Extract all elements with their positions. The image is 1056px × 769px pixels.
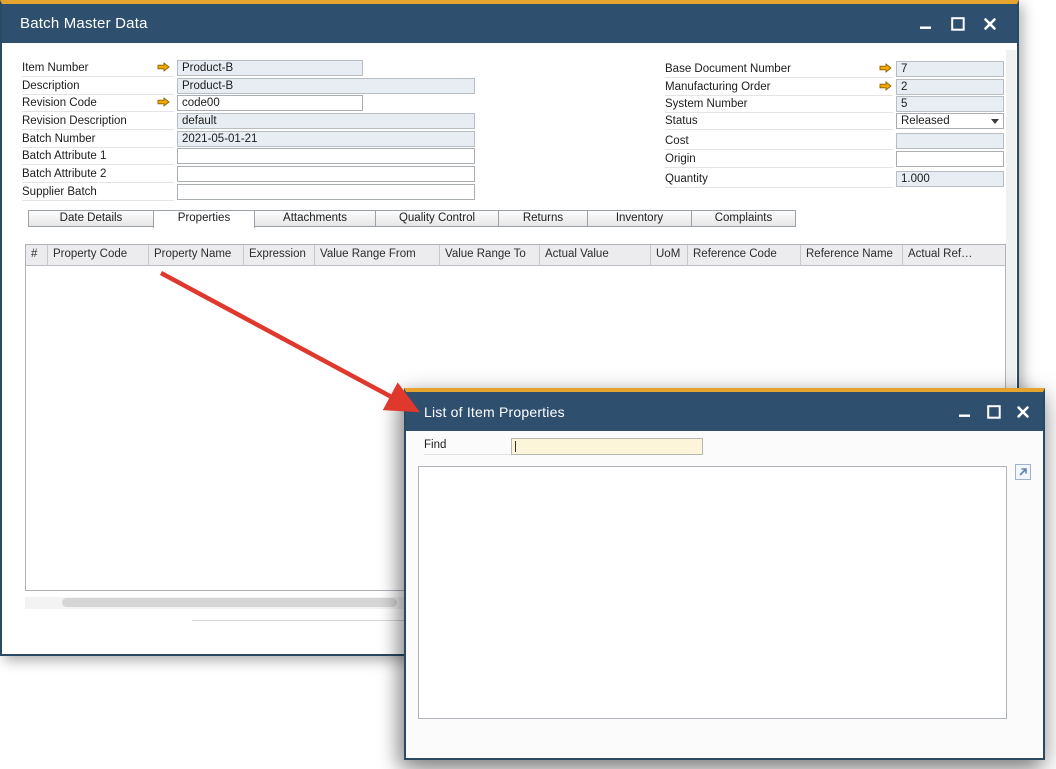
field-status[interactable]: Released	[896, 113, 1004, 129]
field-label-supplier-batch: Supplier Batch	[22, 185, 174, 201]
field-revision-code[interactable]: code00	[177, 95, 363, 111]
popup-titlebar: List of Item Properties	[406, 392, 1043, 431]
main-titlebar: Batch Master Data	[2, 4, 1017, 43]
text-caret	[515, 441, 516, 452]
field-label-description: Description	[22, 79, 174, 95]
find-input[interactable]	[511, 438, 703, 455]
tab-date-details[interactable]: Date Details	[28, 210, 154, 227]
close-icon[interactable]	[1015, 404, 1030, 419]
field-description[interactable]: Product-B	[177, 78, 475, 94]
field-base-document-number[interactable]: 7	[896, 61, 1004, 77]
field-label-quantity: Quantity	[665, 172, 893, 188]
minimize-icon[interactable]	[957, 404, 972, 419]
field-label-batch-number: Batch Number	[22, 132, 174, 148]
field-label-cost: Cost	[665, 134, 893, 150]
main-window-controls	[918, 16, 997, 31]
link-arrow-icon[interactable]	[879, 63, 893, 73]
field-revision-description[interactable]: default	[177, 113, 475, 129]
chevron-down-icon	[991, 119, 999, 124]
column-header-[interactable]: #	[26, 245, 48, 266]
item-properties-list	[418, 466, 1007, 719]
column-header-expression[interactable]: Expression	[244, 245, 315, 266]
field-item-number[interactable]: Product-B	[177, 60, 363, 76]
column-header-actual-value[interactable]: Actual Value	[540, 245, 651, 266]
maximize-icon[interactable]	[950, 16, 965, 31]
field-system-number[interactable]: 5	[896, 96, 1004, 112]
tab-returns[interactable]: Returns	[498, 210, 588, 227]
minimize-icon[interactable]	[918, 16, 933, 31]
field-label-revision-code: Revision Code	[22, 96, 174, 112]
tab-complaints[interactable]: Complaints	[691, 210, 796, 227]
maximize-icon[interactable]	[986, 404, 1001, 419]
column-header-reference-code[interactable]: Reference Code	[688, 245, 801, 266]
tab-strip: Date DetailsPropertiesAttachmentsQuality…	[28, 210, 796, 228]
tab-inventory[interactable]: Inventory	[587, 210, 692, 227]
column-header-uom[interactable]: UoM	[651, 245, 688, 266]
column-header-property-code[interactable]: Property Code	[48, 245, 149, 266]
column-header-property-name[interactable]: Property Name	[149, 245, 244, 266]
field-supplier-batch[interactable]	[177, 184, 475, 200]
tab-attachments[interactable]: Attachments	[254, 210, 376, 227]
properties-table-header: #Property CodeProperty NameExpressionVal…	[26, 245, 1005, 266]
expand-icon[interactable]	[1015, 464, 1031, 480]
field-origin[interactable]	[896, 151, 1004, 167]
field-label-batch-attribute-1: Batch Attribute 1	[22, 149, 174, 165]
field-label-base-document-number: Base Document Number	[665, 62, 893, 78]
column-header-value-range-to[interactable]: Value Range To	[440, 245, 540, 266]
column-header-actual-ref[interactable]: Actual Ref…	[903, 245, 1005, 266]
screen: Batch Master Data Item NumberProduct-BDe…	[0, 0, 1056, 769]
column-header-value-range-from[interactable]: Value Range From	[315, 245, 440, 266]
popup-window-title: List of Item Properties	[424, 404, 565, 420]
popup-window-controls	[957, 404, 1030, 419]
footer-strip	[192, 620, 404, 637]
field-label-status: Status	[665, 114, 893, 130]
field-quantity[interactable]: 1.000	[896, 171, 1004, 187]
column-header-reference-name[interactable]: Reference Name	[801, 245, 903, 266]
link-arrow-icon[interactable]	[157, 97, 171, 107]
field-label-batch-attribute-2: Batch Attribute 2	[22, 167, 174, 183]
field-label-item-number: Item Number	[22, 61, 174, 77]
field-cost[interactable]	[896, 133, 1004, 149]
field-label-manufacturing-order: Manufacturing Order	[665, 80, 893, 96]
horizontal-scrollbar-thumb[interactable]	[62, 598, 397, 607]
tab-quality-control[interactable]: Quality Control	[375, 210, 499, 227]
field-label-revision-description: Revision Description	[22, 114, 174, 130]
main-window-title: Batch Master Data	[20, 15, 148, 32]
tab-properties[interactable]: Properties	[153, 210, 255, 228]
field-manufacturing-order[interactable]: 2	[896, 79, 1004, 95]
link-arrow-icon[interactable]	[879, 81, 893, 91]
list-of-item-properties-window: List of Item Properties Find	[404, 388, 1045, 760]
field-label-system-number: System Number	[665, 97, 893, 113]
field-batch-attribute-1[interactable]	[177, 148, 475, 164]
link-arrow-icon[interactable]	[157, 62, 171, 72]
field-batch-number[interactable]: 2021-05-01-21	[177, 131, 475, 147]
field-batch-attribute-2[interactable]	[177, 166, 475, 182]
field-label-origin: Origin	[665, 152, 893, 168]
find-label: Find	[424, 439, 510, 455]
close-icon[interactable]	[982, 16, 997, 31]
